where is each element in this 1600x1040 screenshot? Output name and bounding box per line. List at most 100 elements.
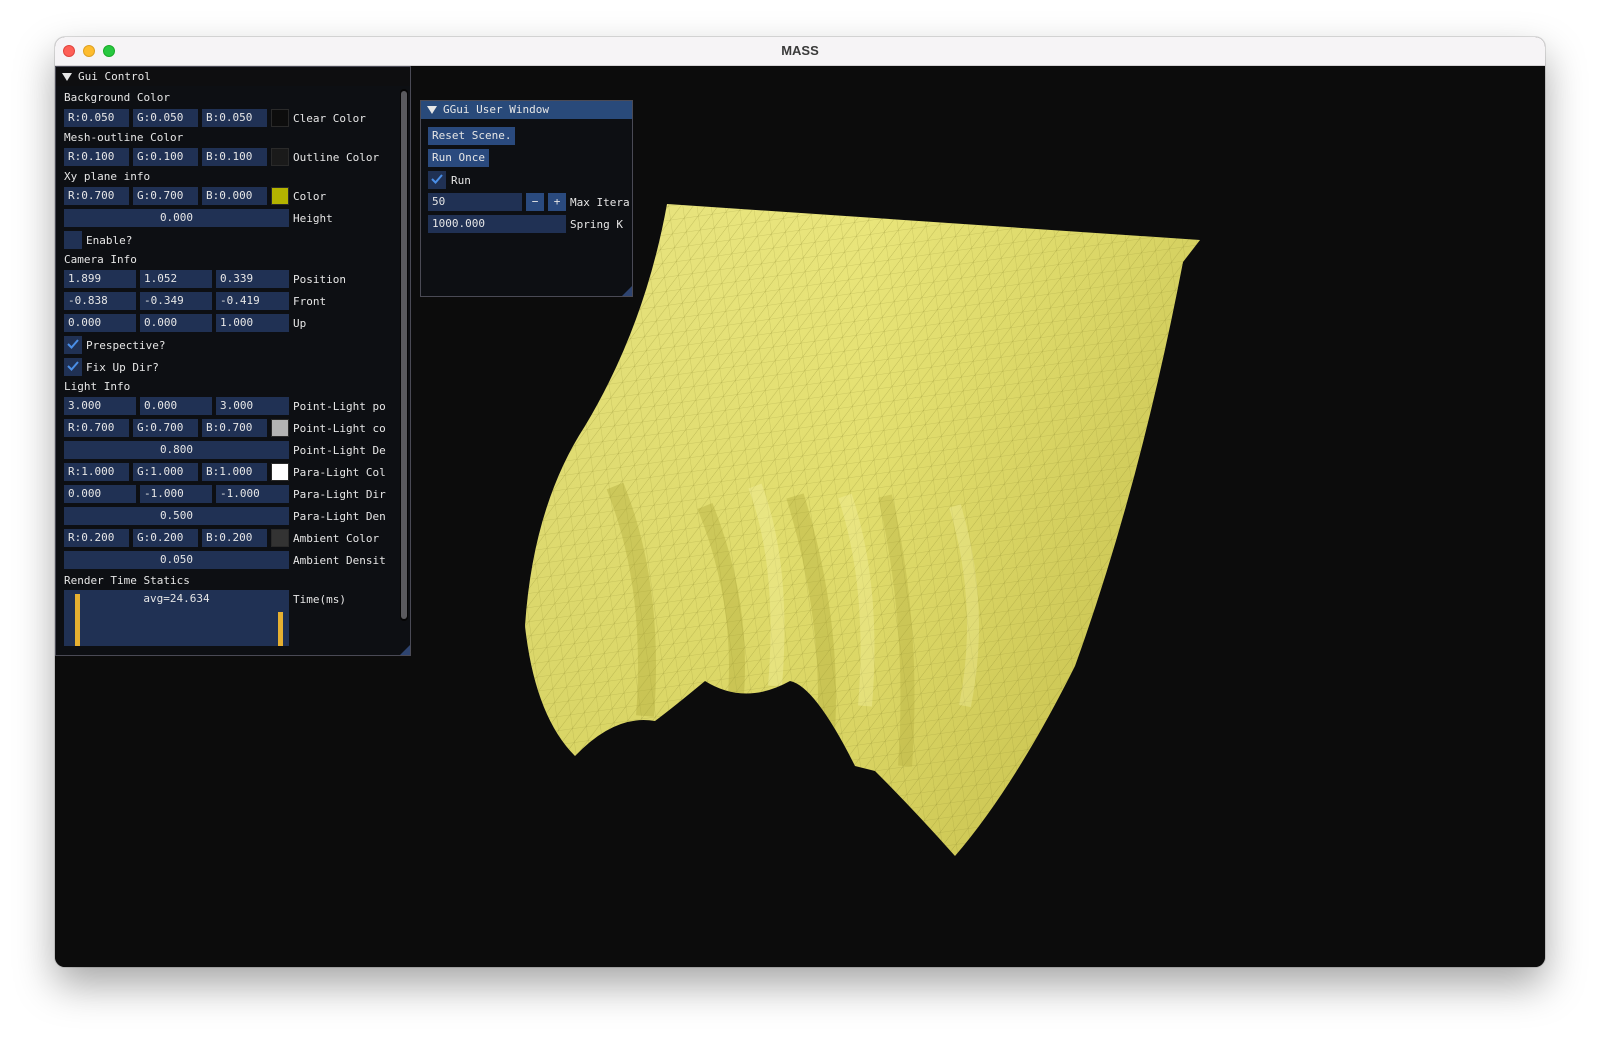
point-light-color-b-field[interactable]: B:0.700	[202, 419, 267, 437]
ambient-color-label: Ambient Color	[293, 532, 380, 545]
camera-front-label: Front	[293, 295, 327, 308]
panel-scrollbar-thumb[interactable]	[401, 91, 407, 619]
clear-color-label: Clear Color	[293, 112, 366, 125]
para-light-dir-z-field[interactable]: -1.000	[216, 485, 289, 503]
spring-k-field[interactable]: 1000.000	[428, 215, 566, 233]
bg-color-r-field[interactable]: R:0.050	[64, 109, 129, 127]
collapse-triangle-icon[interactable]	[427, 106, 437, 114]
plane-height-label: Height	[293, 212, 333, 225]
point-light-color-g-field[interactable]: G:0.700	[133, 419, 198, 437]
render-time-bar	[278, 612, 283, 646]
camera-up-x-field[interactable]: 0.000	[64, 314, 136, 332]
render-time-section: Render Time Statics	[64, 574, 190, 587]
camera-position-x-field[interactable]: 1.899	[64, 270, 136, 288]
max-iterations-field[interactable]: 50	[428, 193, 522, 211]
point-light-density-field[interactable]: 0.800	[64, 441, 289, 459]
bg-color-b-field[interactable]: B:0.050	[202, 109, 267, 127]
app-window: MASS Gui Control Background Color R:0.05…	[55, 37, 1545, 967]
resize-grip-icon[interactable]	[400, 645, 410, 655]
para-light-dir-label: Para-Light Dir	[293, 488, 386, 501]
resize-grip-icon[interactable]	[622, 286, 632, 296]
ambient-density-field[interactable]: 0.050	[64, 551, 289, 569]
point-light-pos-label: Point-Light po	[293, 400, 386, 413]
render-time-avg: avg=24.634	[143, 592, 210, 605]
mesh-outline-section: Mesh-outline Color	[64, 131, 184, 144]
gui-control-panel: Gui Control Background Color R:0.050 G:0…	[55, 66, 411, 656]
point-light-color-swatch[interactable]	[271, 419, 289, 437]
light-info-section: Light Info	[64, 380, 131, 393]
ambient-color-b-field[interactable]: B:0.200	[202, 529, 267, 547]
point-light-pos-z-field[interactable]: 3.000	[216, 397, 289, 415]
camera-front-z-field[interactable]: -0.419	[216, 292, 289, 310]
camera-front-x-field[interactable]: -0.838	[64, 292, 136, 310]
plane-enable-label: Enable?	[86, 234, 133, 247]
para-light-color-b-field[interactable]: B:1.000	[202, 463, 267, 481]
camera-front-y-field[interactable]: -0.349	[140, 292, 212, 310]
outline-color-swatch[interactable]	[271, 148, 289, 166]
camera-up-y-field[interactable]: 0.000	[140, 314, 212, 332]
gui-control-header[interactable]: Gui Control	[56, 67, 410, 86]
outline-color-label: Outline Color	[293, 151, 380, 164]
run-label: Run	[451, 174, 471, 187]
para-light-color-swatch[interactable]	[271, 463, 289, 481]
xy-plane-section: Xy plane info	[64, 170, 151, 183]
plane-color-b-field[interactable]: B:0.000	[202, 187, 267, 205]
run-checkbox[interactable]	[428, 171, 446, 189]
title-bar: MASS	[55, 37, 1545, 66]
plane-enable-checkbox[interactable]	[64, 231, 82, 249]
run-once-button[interactable]: Run Once	[428, 149, 489, 167]
plane-color-r-field[interactable]: R:0.700	[64, 187, 129, 205]
para-light-dir-y-field[interactable]: -1.000	[140, 485, 212, 503]
para-light-density-label: Para-Light Den	[293, 510, 386, 523]
camera-up-z-field[interactable]: 1.000	[216, 314, 289, 332]
camera-position-z-field[interactable]: 0.339	[216, 270, 289, 288]
perspective-checkbox[interactable]	[64, 336, 82, 354]
checkmark-icon	[431, 174, 443, 184]
ambient-color-r-field[interactable]: R:0.200	[64, 529, 129, 547]
outline-color-b-field[interactable]: B:0.100	[202, 148, 267, 166]
spring-k-label: Spring K	[570, 218, 623, 231]
point-light-color-label: Point-Light co	[293, 422, 386, 435]
background-color-section: Background Color	[64, 91, 170, 104]
ambient-color-g-field[interactable]: G:0.200	[133, 529, 198, 547]
camera-position-y-field[interactable]: 1.052	[140, 270, 212, 288]
para-light-density-field[interactable]: 0.500	[64, 507, 289, 525]
para-light-color-g-field[interactable]: G:1.000	[133, 463, 198, 481]
ggui-window-header[interactable]: GGui User Window	[421, 101, 632, 119]
reset-scene-button[interactable]: Reset Scene.	[428, 127, 516, 145]
plane-color-swatch[interactable]	[271, 187, 289, 205]
ambient-color-swatch[interactable]	[271, 529, 289, 547]
outline-color-g-field[interactable]: G:0.100	[133, 148, 198, 166]
point-light-color-r-field[interactable]: R:0.700	[64, 419, 129, 437]
window-title: MASS	[781, 43, 819, 58]
clear-color-swatch[interactable]	[271, 109, 289, 127]
collapse-triangle-icon[interactable]	[62, 73, 72, 81]
checkmark-icon	[67, 339, 79, 349]
fix-up-dir-checkbox[interactable]	[64, 358, 82, 376]
point-light-pos-x-field[interactable]: 3.000	[64, 397, 136, 415]
outline-color-r-field[interactable]: R:0.100	[64, 148, 129, 166]
render-time-label: Time(ms)	[293, 593, 346, 606]
para-light-color-r-field[interactable]: R:1.000	[64, 463, 129, 481]
ambient-density-label: Ambient Densit	[293, 554, 386, 567]
render-time-graph[interactable]: avg=24.634	[64, 590, 289, 646]
camera-info-section: Camera Info	[64, 253, 137, 266]
checkmark-icon	[67, 361, 79, 371]
para-light-dir-x-field[interactable]: 0.000	[64, 485, 136, 503]
increment-button[interactable]: +	[548, 193, 566, 211]
plane-color-label: Color	[293, 190, 327, 203]
para-light-color-label: Para-Light Col	[293, 466, 386, 479]
point-light-pos-y-field[interactable]: 0.000	[140, 397, 212, 415]
ggui-user-window: GGui User Window Reset Scene. Run Once R…	[420, 100, 633, 297]
plane-color-g-field[interactable]: G:0.700	[133, 187, 198, 205]
bg-color-g-field[interactable]: G:0.050	[133, 109, 198, 127]
max-iterations-label: Max Itera	[570, 196, 630, 209]
camera-up-label: Up	[293, 317, 307, 330]
perspective-label: Prespective?	[86, 339, 166, 352]
fix-up-dir-label: Fix Up Dir?	[86, 361, 159, 374]
point-light-density-label: Point-Light De	[293, 444, 386, 457]
decrement-button[interactable]: −	[526, 193, 544, 211]
panel-title: Gui Control	[78, 70, 151, 83]
plane-height-field[interactable]: 0.000	[64, 209, 289, 227]
camera-position-label: Position	[293, 273, 346, 286]
